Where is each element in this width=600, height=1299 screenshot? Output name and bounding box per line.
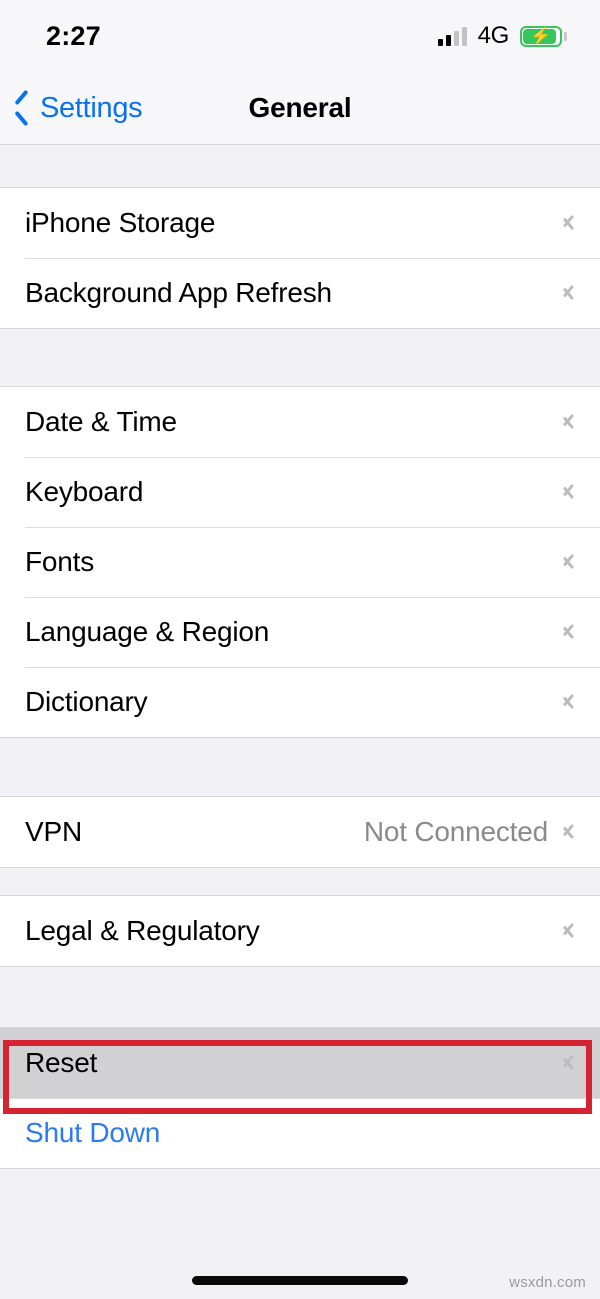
list-item[interactable]: Keyboard (0, 457, 600, 527)
section-gap (0, 868, 600, 895)
status-bar: 2:27 4G ⚡ (0, 0, 600, 72)
list-item[interactable]: iPhone Storage (0, 188, 600, 258)
list-item[interactable]: Language & Region (0, 597, 600, 667)
chevron-right-icon (562, 620, 576, 644)
chevron-right-icon (562, 480, 576, 504)
list-item-label: Fonts (25, 546, 95, 577)
list-item[interactable]: Legal & Regulatory (0, 896, 600, 966)
list-item-label: Background App Refresh (25, 277, 332, 308)
list-item[interactable]: Fonts (0, 527, 600, 597)
watermark-label: wsxdn.com (509, 1274, 586, 1291)
list-item[interactable]: Dictionary (0, 667, 600, 737)
reset-group: Reset Shut Down (0, 1027, 600, 1169)
back-button[interactable]: Settings (14, 91, 143, 125)
list-item[interactable]: Background App Refresh (0, 258, 600, 328)
chevron-right-icon (562, 281, 576, 305)
iphone-settings-screen: 2:27 4G ⚡ General Settings iPhone Storag… (0, 0, 600, 1299)
section-gap (0, 145, 600, 187)
back-button-label: Settings (40, 91, 143, 124)
list-item-label: Dictionary (25, 686, 148, 717)
status-bar-indicators: 4G ⚡ (437, 22, 567, 50)
list-item-label: VPN (25, 816, 82, 847)
chevron-right-icon (562, 820, 576, 844)
list-item-label: Date & Time (25, 406, 177, 437)
battery-charging-icon: ⚡ (520, 25, 567, 47)
navigation-bar: General Settings (0, 72, 600, 145)
network-type-label: 4G (477, 22, 510, 49)
chevron-right-icon (562, 1051, 576, 1075)
home-indicator[interactable] (192, 1276, 408, 1285)
list-item[interactable]: Date & Time (0, 387, 600, 457)
status-bar-clock: 2:27 (46, 20, 101, 51)
legal-group: Legal & Regulatory (0, 895, 600, 967)
list-item-label: Keyboard (25, 476, 144, 507)
localization-group: Date & Time Keyboard Fonts Language & Regio… (0, 386, 600, 738)
section-gap (0, 329, 600, 386)
list-item-label: Reset (25, 1047, 98, 1078)
chevron-right-icon (562, 919, 576, 943)
list-item-label: Legal & Regulatory (25, 915, 260, 946)
list-item-label: iPhone Storage (25, 207, 216, 238)
list-item-label: Language & Region (25, 616, 270, 647)
list-item[interactable]: Reset (0, 1028, 600, 1098)
chevron-right-icon (562, 410, 576, 434)
settings-list: iPhone Storage Background App Refresh Date… (0, 145, 600, 1299)
chevron-right-icon (562, 690, 576, 714)
storage-group: iPhone Storage Background App Refresh (0, 187, 600, 329)
chevron-left-icon (14, 94, 31, 123)
list-item-value: Not Connected (363, 816, 548, 847)
section-gap (0, 967, 600, 1027)
chevron-right-icon (562, 550, 576, 574)
vpn-group: VPN Not Connected (0, 796, 600, 868)
list-item[interactable]: Shut Down (0, 1098, 600, 1168)
list-item-label: Shut Down (25, 1117, 161, 1148)
section-gap (0, 738, 600, 796)
chevron-right-icon (562, 211, 576, 235)
cellular-signal-icon (437, 26, 467, 46)
list-item[interactable]: VPN Not Connected (0, 797, 600, 867)
